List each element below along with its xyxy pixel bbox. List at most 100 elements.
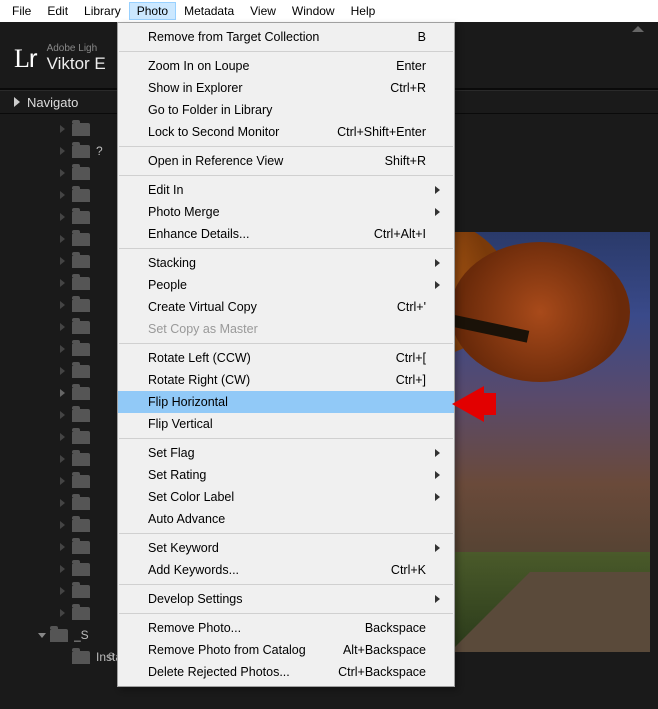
menu-item-delete-rejected-photos[interactable]: Delete Rejected Photos...Ctrl+Backspace	[118, 661, 454, 683]
submenu-arrow-icon	[435, 471, 440, 479]
menu-item-photo-merge[interactable]: Photo Merge	[118, 201, 454, 223]
submenu-arrow-icon	[435, 493, 440, 501]
folder-row[interactable]	[0, 382, 120, 404]
menu-item-open-in-reference-view[interactable]: Open in Reference ViewShift+R	[118, 150, 454, 172]
menubar-item-edit[interactable]: Edit	[39, 2, 76, 20]
folder-row[interactable]	[0, 448, 120, 470]
folder-triangle-icon	[60, 213, 65, 221]
folder-row[interactable]	[0, 250, 120, 272]
menu-item-shortcut: Ctrl+]	[396, 373, 426, 387]
menubar-item-metadata[interactable]: Metadata	[176, 2, 242, 20]
menu-item-auto-advance[interactable]: Auto Advance	[118, 508, 454, 530]
menu-item-zoom-in-on-loupe[interactable]: Zoom In on LoupeEnter	[118, 55, 454, 77]
folder-icon	[72, 387, 90, 400]
folder-icon	[72, 607, 90, 620]
folder-row[interactable]	[0, 360, 120, 382]
folders-sidebar: ? _SInstagram6	[0, 118, 120, 709]
folder-row[interactable]	[0, 404, 120, 426]
folder-row[interactable]	[0, 294, 120, 316]
menubar-item-library[interactable]: Library	[76, 2, 129, 20]
menu-item-go-to-folder-in-library[interactable]: Go to Folder in Library	[118, 99, 454, 121]
folder-row[interactable]	[0, 316, 120, 338]
menubar-item-help[interactable]: Help	[343, 2, 384, 20]
menu-item-remove-photo-from-catalog[interactable]: Remove Photo from CatalogAlt+Backspace	[118, 639, 454, 661]
menu-item-shortcut: Ctrl+Alt+I	[374, 227, 426, 241]
menu-separator	[119, 343, 453, 344]
menu-item-label: Delete Rejected Photos...	[148, 665, 290, 679]
folder-row[interactable]: ?	[0, 140, 120, 162]
folder-row[interactable]	[0, 118, 120, 140]
menu-item-create-virtual-copy[interactable]: Create Virtual CopyCtrl+'	[118, 296, 454, 318]
menubar-item-file[interactable]: File	[4, 2, 39, 20]
folder-triangle-icon	[60, 433, 65, 441]
submenu-arrow-icon	[435, 449, 440, 457]
folder-triangle-icon	[60, 565, 65, 573]
folder-row[interactable]	[0, 470, 120, 492]
menubar-item-photo[interactable]: Photo	[129, 2, 176, 20]
folder-row[interactable]	[0, 162, 120, 184]
menu-item-add-keywords[interactable]: Add Keywords...Ctrl+K	[118, 559, 454, 581]
menu-item-set-rating[interactable]: Set Rating	[118, 464, 454, 486]
menu-item-remove-photo[interactable]: Remove Photo...Backspace	[118, 617, 454, 639]
menu-item-remove-from-target-collection[interactable]: Remove from Target CollectionB	[118, 26, 454, 48]
submenu-arrow-icon	[435, 595, 440, 603]
menu-item-shortcut: Ctrl+'	[397, 300, 426, 314]
folder-row[interactable]: Instagram6	[0, 646, 120, 668]
folder-row[interactable]	[0, 184, 120, 206]
folder-icon	[72, 585, 90, 598]
folder-icon	[72, 123, 90, 136]
folder-count: 6	[108, 651, 114, 663]
menubar-item-window[interactable]: Window	[284, 2, 343, 20]
folder-row[interactable]	[0, 558, 120, 580]
collapse-triangle-icon[interactable]	[632, 26, 644, 32]
folder-triangle-icon	[60, 147, 65, 155]
folder-row[interactable]	[0, 338, 120, 360]
menu-item-label: Go to Folder in Library	[148, 103, 272, 117]
menu-item-develop-settings[interactable]: Develop Settings	[118, 588, 454, 610]
menu-item-shortcut: B	[418, 30, 426, 44]
folder-row[interactable]: _S	[0, 624, 120, 646]
menu-separator	[119, 175, 453, 176]
lightroom-logo: Lr	[14, 43, 37, 74]
menubar-item-view[interactable]: View	[242, 2, 284, 20]
folder-label: ?	[96, 144, 103, 158]
folder-icon	[72, 189, 90, 202]
menu-item-enhance-details[interactable]: Enhance Details...Ctrl+Alt+I	[118, 223, 454, 245]
folder-row[interactable]	[0, 580, 120, 602]
folder-icon	[72, 277, 90, 290]
folder-row[interactable]	[0, 272, 120, 294]
folder-row[interactable]	[0, 206, 120, 228]
menu-item-label: Flip Vertical	[148, 417, 213, 431]
menu-item-rotate-left-ccw[interactable]: Rotate Left (CCW)Ctrl+[	[118, 347, 454, 369]
folder-triangle-icon	[60, 521, 65, 529]
folder-icon	[72, 497, 90, 510]
menu-item-lock-to-second-monitor[interactable]: Lock to Second MonitorCtrl+Shift+Enter	[118, 121, 454, 143]
folder-triangle-icon	[60, 389, 65, 397]
menu-bar: FileEditLibraryPhotoMetadataViewWindowHe…	[0, 0, 658, 22]
folder-row[interactable]	[0, 228, 120, 250]
menu-item-rotate-right-cw[interactable]: Rotate Right (CW)Ctrl+]	[118, 369, 454, 391]
folder-triangle-icon	[60, 235, 65, 243]
folder-triangle-icon	[60, 477, 65, 485]
menu-separator	[119, 438, 453, 439]
menu-item-show-in-explorer[interactable]: Show in ExplorerCtrl+R	[118, 77, 454, 99]
folder-row[interactable]	[0, 514, 120, 536]
folder-icon	[72, 365, 90, 378]
folder-row[interactable]	[0, 426, 120, 448]
menu-item-shortcut: Ctrl+K	[391, 563, 426, 577]
folder-row[interactable]	[0, 492, 120, 514]
folder-triangle-icon	[60, 323, 65, 331]
menu-item-flip-vertical[interactable]: Flip Vertical	[118, 413, 454, 435]
menu-item-label: Auto Advance	[148, 512, 225, 526]
menu-item-set-keyword[interactable]: Set Keyword	[118, 537, 454, 559]
menu-item-stacking[interactable]: Stacking	[118, 252, 454, 274]
menu-item-flip-horizontal[interactable]: Flip Horizontal	[118, 391, 454, 413]
menu-item-shortcut: Ctrl+Shift+Enter	[337, 125, 426, 139]
menu-item-people[interactable]: People	[118, 274, 454, 296]
menu-item-set-flag[interactable]: Set Flag	[118, 442, 454, 464]
folder-row[interactable]	[0, 602, 120, 624]
folder-icon	[72, 211, 90, 224]
folder-row[interactable]	[0, 536, 120, 558]
menu-item-set-color-label[interactable]: Set Color Label	[118, 486, 454, 508]
menu-item-edit-in[interactable]: Edit In	[118, 179, 454, 201]
